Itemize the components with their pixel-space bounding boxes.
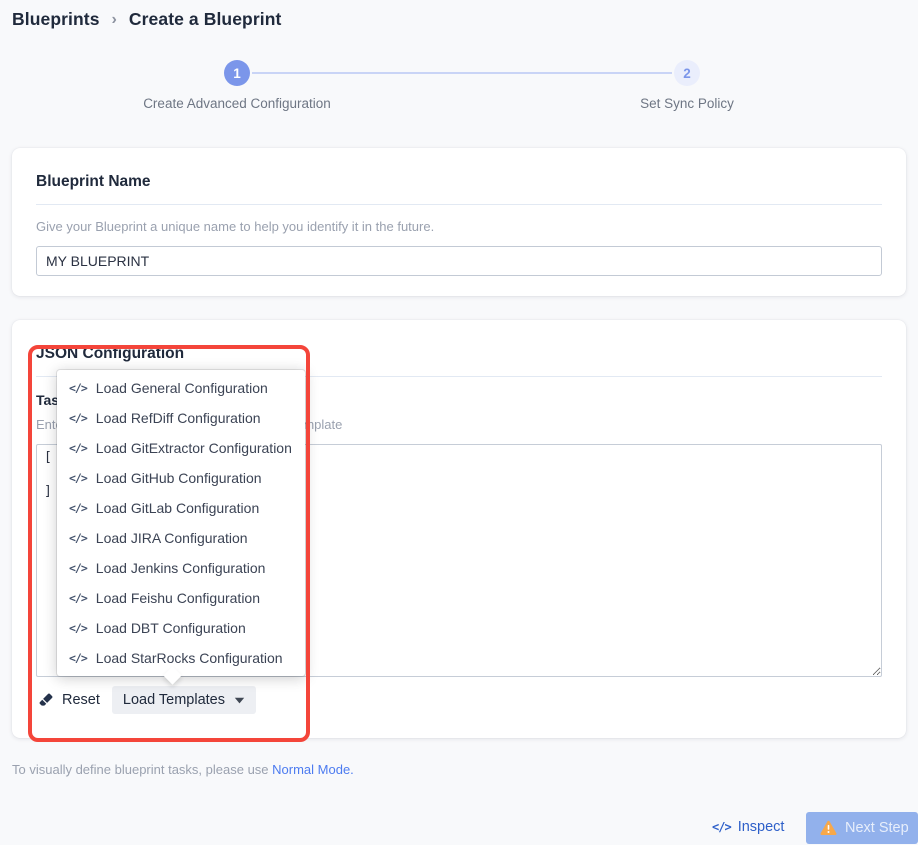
load-templates-button[interactable]: Load Templates — [112, 686, 256, 714]
eraser-icon — [38, 692, 54, 708]
step-1-label: Create Advanced Configuration — [143, 96, 331, 111]
normal-mode-link[interactable]: Normal Mode. — [272, 762, 354, 777]
menu-item-load-jira[interactable]: </> Load JIRA Configuration — [57, 523, 305, 553]
blueprint-name-title: Blueprint Name — [36, 148, 882, 191]
menu-item-load-feishu[interactable]: </> Load Feishu Configuration — [57, 583, 305, 613]
menu-item-load-gitextractor[interactable]: </> Load GitExtractor Configuration — [57, 433, 305, 463]
menu-item-load-general[interactable]: </> Load General Configuration — [57, 373, 305, 403]
caret-down-icon — [234, 697, 245, 704]
code-icon: </> — [69, 561, 87, 575]
breadcrumb: Blueprints › Create a Blueprint — [12, 9, 281, 30]
code-icon: </> — [69, 441, 87, 455]
code-icon: </> — [69, 621, 87, 635]
divider — [36, 204, 882, 205]
menu-item-load-jenkins[interactable]: </> Load Jenkins Configuration — [57, 553, 305, 583]
inspect-button-label: Inspect — [738, 819, 785, 835]
inspect-button[interactable]: </> Inspect — [712, 819, 784, 835]
step-2-indicator: 2 — [674, 60, 700, 86]
blueprint-name-card: Blueprint Name Give your Blueprint a uni… — [12, 148, 906, 296]
normal-mode-hint-text: To visually define blueprint tasks, plea… — [12, 762, 272, 777]
step-2-label: Set Sync Policy — [640, 96, 734, 111]
code-icon: </> — [69, 381, 87, 395]
stepper-connector — [252, 72, 672, 74]
code-icon: </> — [69, 651, 87, 665]
code-icon: </> — [69, 471, 87, 485]
next-step-button[interactable]: Next Step — [806, 812, 918, 844]
step-1-indicator: 1 — [224, 60, 250, 86]
next-step-button-label: Next Step — [845, 820, 909, 836]
reset-button-label: Reset — [62, 692, 100, 708]
code-icon: </> — [69, 531, 87, 545]
code-icon: </> — [69, 501, 87, 515]
load-templates-label: Load Templates — [123, 692, 225, 708]
blueprint-name-input[interactable] — [36, 246, 882, 276]
menu-item-load-github[interactable]: </> Load GitHub Configuration — [57, 463, 305, 493]
warning-icon — [820, 820, 837, 836]
menu-item-load-refdiff[interactable]: </> Load RefDiff Configuration — [57, 403, 305, 433]
chevron-right-icon: › — [112, 10, 117, 29]
menu-item-load-starrocks[interactable]: </> Load StarRocks Configuration — [57, 643, 305, 673]
json-configuration-title: JSON Configuration — [36, 320, 882, 363]
code-icon: </> — [69, 411, 87, 425]
menu-item-load-dbt[interactable]: </> Load DBT Configuration — [57, 613, 305, 643]
code-icon: </> — [712, 820, 731, 834]
breadcrumb-blueprints[interactable]: Blueprints — [12, 9, 100, 30]
editor-actions-row: Reset Load Templates — [36, 686, 882, 714]
create-blueprint-page: { "breadcrumb": { "section": "Blueprints… — [0, 0, 918, 845]
load-templates-menu: </> Load General Configuration </> Load … — [57, 370, 305, 676]
code-icon: </> — [69, 591, 87, 605]
reset-button[interactable]: Reset — [36, 692, 102, 708]
menu-item-load-gitlab[interactable]: </> Load GitLab Configuration — [57, 493, 305, 523]
normal-mode-hint: To visually define blueprint tasks, plea… — [12, 762, 354, 777]
blueprint-name-description: Give your Blueprint a unique name to hel… — [36, 219, 882, 234]
page-title: Create a Blueprint — [129, 9, 282, 30]
